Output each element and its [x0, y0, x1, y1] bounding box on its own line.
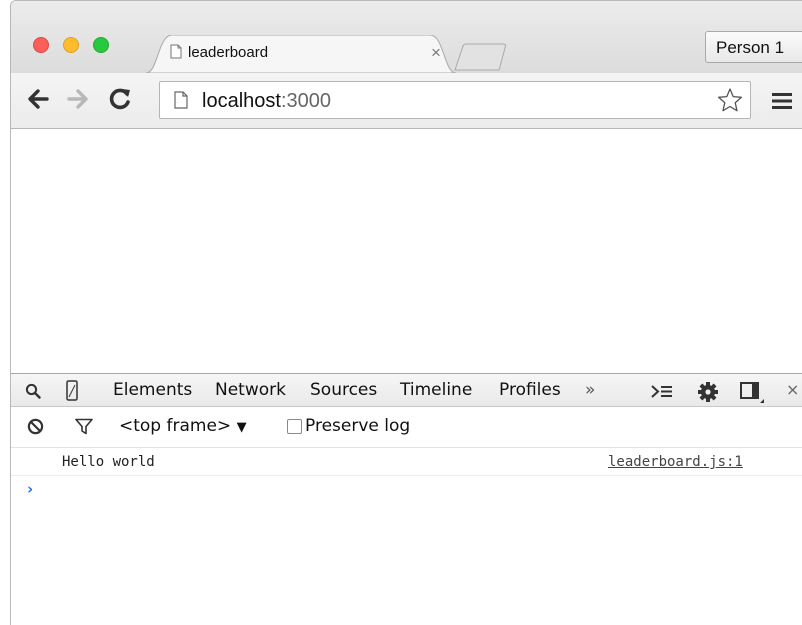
zoom-window-button[interactable]	[93, 37, 109, 53]
console-message-text: Hello world	[62, 454, 155, 470]
close-window-button[interactable]	[33, 37, 49, 53]
star-icon[interactable]	[717, 87, 743, 113]
frame-selector[interactable]: <top frame> ▼	[119, 416, 247, 436]
forward-arrow-icon[interactable]	[63, 84, 93, 114]
devtools-tab-bar: Elements Network Sources Timeline Profil…	[11, 373, 802, 407]
device-mode-icon[interactable]	[66, 380, 78, 401]
profile-button[interactable]: Person 1	[705, 31, 802, 63]
browser-window: leaderboard × Person 1 localhost:3000 El…	[10, 0, 802, 625]
tab-close-icon[interactable]: ×	[431, 43, 441, 63]
page-content	[11, 129, 802, 373]
tab-elements[interactable]: Elements	[113, 380, 192, 400]
preserve-log-checkbox[interactable]	[287, 419, 302, 434]
tab-sources[interactable]: Sources	[310, 380, 377, 400]
tab-title: leaderboard	[188, 44, 269, 61]
console-message-row: Hello world leaderboard.js:1	[11, 448, 802, 476]
back-arrow-icon[interactable]	[23, 84, 53, 114]
minimize-window-button[interactable]	[63, 37, 79, 53]
chevron-down-icon: ▼	[236, 420, 247, 435]
search-icon[interactable]	[25, 383, 41, 399]
tab-network[interactable]: Network	[215, 380, 286, 400]
frame-selector-label: <top frame>	[119, 416, 232, 436]
page-icon	[170, 44, 182, 59]
address-bar[interactable]: localhost:3000	[159, 81, 751, 119]
devtools-panel: Elements Network Sources Timeline Profil…	[11, 373, 802, 625]
new-tab-button[interactable]	[453, 42, 511, 72]
close-devtools-icon[interactable]: ×	[786, 380, 799, 399]
clear-console-icon[interactable]	[27, 418, 44, 435]
url-port: :3000	[280, 90, 331, 112]
browser-toolbar: localhost:3000	[11, 73, 802, 129]
more-tabs-icon[interactable]: »	[585, 380, 595, 400]
console-drawer-icon[interactable]	[651, 384, 673, 399]
tab-timeline[interactable]: Timeline	[400, 380, 472, 400]
gear-icon[interactable]	[697, 381, 719, 403]
url-host: localhost	[202, 90, 281, 112]
url-text: localhost:3000	[202, 90, 331, 113]
tab-profiles[interactable]: Profiles	[499, 380, 561, 400]
reload-icon[interactable]	[105, 84, 135, 114]
tab-leaderboard[interactable]: leaderboard ×	[146, 35, 456, 73]
preserve-log-label: Preserve log	[305, 416, 411, 436]
console-toolbar: <top frame> ▼ Preserve log	[11, 407, 802, 448]
page-icon	[174, 91, 188, 109]
tab-strip: leaderboard × Person 1	[11, 1, 802, 73]
filter-icon[interactable]	[75, 418, 93, 435]
dock-side-icon[interactable]	[740, 382, 764, 404]
menu-icon[interactable]	[771, 92, 793, 110]
console-prompt-icon[interactable]: ›	[27, 480, 33, 498]
console-message-source-link[interactable]: leaderboard.js:1	[608, 454, 743, 470]
